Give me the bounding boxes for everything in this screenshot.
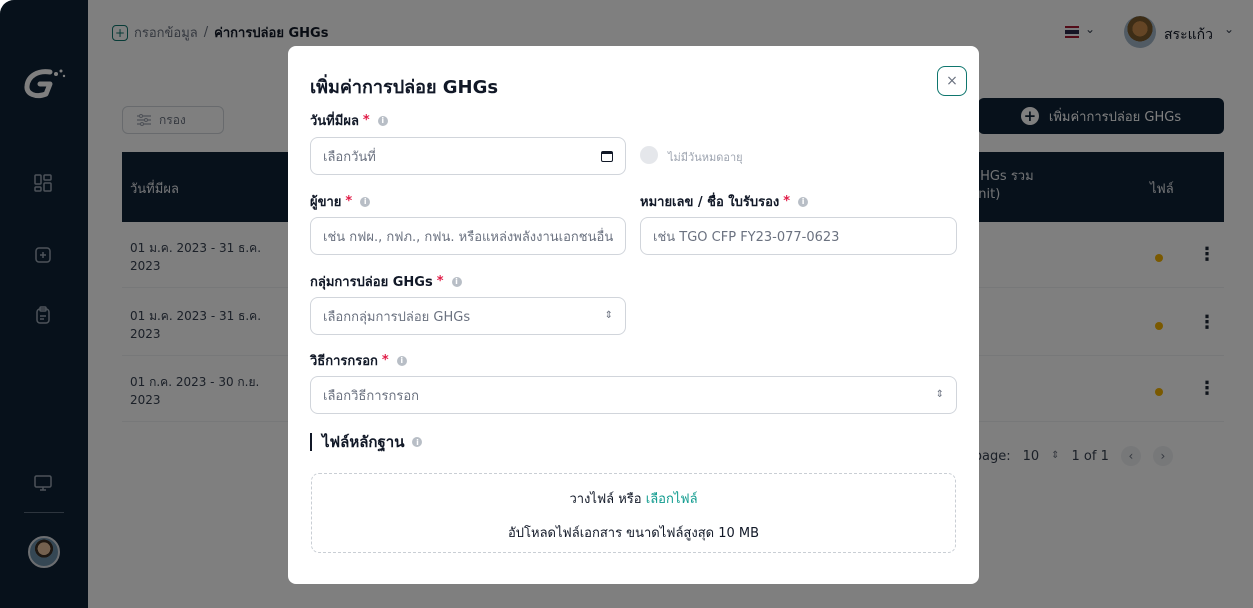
- info-icon[interactable]: i: [798, 196, 809, 207]
- effective-date-input[interactable]: เลือกวันที่: [310, 137, 626, 175]
- certificate-label-text: หมายเลข / ชื่อ ใบรับรอง: [640, 195, 780, 210]
- certificate-input[interactable]: เช่น TGO CFP FY23-077-0623: [640, 217, 957, 255]
- method-label: วิธีการกรอก * i: [310, 350, 407, 371]
- evidence-title-text: ไฟล์หลักฐาน: [322, 433, 405, 451]
- effective-date-placeholder: เลือกวันที่: [323, 149, 376, 165]
- close-icon: ×: [946, 73, 958, 89]
- ghg-group-select[interactable]: เลือกกลุ่มการปล่อย GHGs ⇕: [310, 297, 626, 335]
- modal-title: เพิ่มค่าการปล่อย GHGs: [310, 77, 499, 98]
- no-expiry-checkbox[interactable]: [640, 146, 658, 164]
- calendar-icon[interactable]: [601, 150, 613, 162]
- dropzone-line: วางไฟล์ หรือ เลือกไฟล์: [312, 488, 955, 509]
- certificate-placeholder: เช่น TGO CFP FY23-077-0623: [653, 229, 840, 245]
- info-icon[interactable]: i: [377, 115, 388, 126]
- required-mark: *: [345, 194, 353, 209]
- required-mark: *: [381, 353, 389, 368]
- ghg-group-placeholder: เลือกกลุ่มการปล่อย GHGs: [323, 309, 471, 325]
- close-button[interactable]: ×: [937, 66, 967, 96]
- upload-note: อัปโหลดไฟล์เอกสาร ขนาดไฟล์สูงสุด 10 MB: [507, 526, 760, 541]
- required-mark: *: [783, 194, 791, 209]
- effective-date-label-text: วันที่มีผล: [310, 114, 359, 129]
- ghg-group-label: กลุ่มการปล่อย GHGs * i: [310, 271, 462, 292]
- method-select[interactable]: เลือกวิธีการกรอก ⇕: [310, 376, 957, 414]
- seller-input[interactable]: เช่น กฟผ., กฟภ., กฟน. หรือแหล่งพลังงานเอ…: [310, 217, 626, 255]
- effective-date-label: วันที่มีผล * i: [310, 110, 388, 131]
- certificate-label: หมายเลข / ชื่อ ใบรับรอง * i: [640, 191, 809, 212]
- add-emission-modal: เพิ่มค่าการปล่อย GHGs × วันที่มีผล * i เลื…: [288, 46, 979, 584]
- no-expiry-label: ไม่มีวันหมดอายุ: [668, 151, 743, 164]
- method-label-text: วิธีการกรอก: [310, 354, 378, 369]
- choose-file-link[interactable]: เลือกไฟล์: [646, 492, 698, 507]
- drop-text: วางไฟล์ หรือ: [569, 492, 642, 507]
- info-icon[interactable]: i: [396, 355, 407, 366]
- file-dropzone[interactable]: วางไฟล์ หรือ เลือกไฟล์ อัปโหลดไฟล์เอกสาร…: [311, 473, 956, 553]
- ghg-group-label-text: กลุ่มการปล่อย GHGs: [310, 275, 433, 290]
- section-bar: [310, 433, 312, 451]
- updown-icon: ⇕: [935, 389, 944, 400]
- updown-icon: ⇕: [604, 310, 613, 321]
- info-icon[interactable]: i: [451, 276, 462, 287]
- method-placeholder: เลือกวิธีการกรอก: [323, 388, 420, 404]
- evidence-section-title: ไฟล์หลักฐาน i: [310, 430, 423, 454]
- required-mark: *: [436, 274, 444, 289]
- info-icon[interactable]: i: [412, 437, 423, 447]
- required-mark: *: [362, 113, 370, 128]
- seller-label-text: ผู้ขาย: [310, 195, 342, 210]
- seller-placeholder: เช่น กฟผ., กฟภ., กฟน. หรือแหล่งพลังงานเอ…: [323, 229, 613, 245]
- info-icon[interactable]: i: [360, 196, 371, 207]
- seller-label: ผู้ขาย * i: [310, 191, 371, 212]
